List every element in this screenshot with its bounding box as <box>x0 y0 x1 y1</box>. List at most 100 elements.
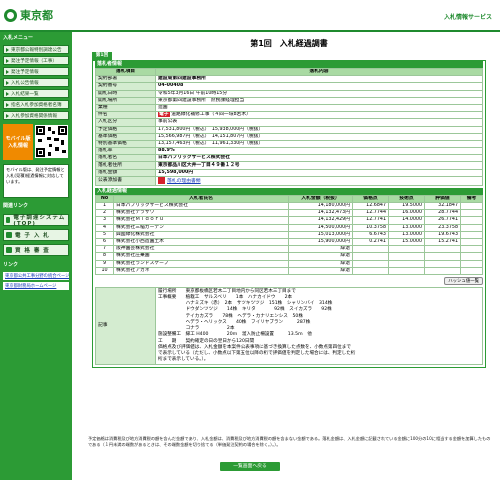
back-to-list-button[interactable]: 一覧画面へ戻る <box>220 462 280 471</box>
bid-column-header: 備考 <box>460 194 483 204</box>
bid-cell-price: 12.6847 <box>352 201 389 211</box>
bid-cell-note <box>460 209 483 218</box>
tab-round-1[interactable]: 第1回 <box>92 52 112 60</box>
bid-column-header: 技術点 <box>388 194 425 204</box>
bid-cell-name: 株式会社庄乗園 <box>113 252 289 261</box>
contract-value-text: 15,598,000円 <box>158 169 194 175</box>
bid-cell-price: 6.6743 <box>352 230 389 239</box>
pdf-icon <box>158 177 165 184</box>
mobile-note: モバイル版は、発注予定情報と入札(見積)経過情報に対応しています。 <box>3 164 69 198</box>
bid-cell-tech <box>388 266 425 275</box>
contract-value-text: 04-00408 <box>158 83 184 89</box>
e-bidding-button[interactable]: 電 子 入 札 <box>3 229 69 241</box>
e-procurement-top-button[interactable]: 電子調達システム(TOP) <box>3 214 69 227</box>
sidebar-item-qualified-list[interactable]: 指名入札参加資格者名簿 <box>3 100 69 109</box>
contract-row: 基準価格 15,566,987円（税込） 14,151,807円（税抜） <box>95 132 483 141</box>
bid-row: 2 株式会社テラサワ 14,132,473円 12.7744 16.0000 28.774… <box>95 209 483 218</box>
bid-cell-note <box>460 201 483 211</box>
bid-cell-tech: 13.0000 <box>388 223 425 232</box>
sidebar-item-bid-results[interactable]: 入札結果一覧 <box>3 89 69 98</box>
tokyo-logo[interactable]: 東京都 <box>4 7 53 23</box>
bid-column-header: 入札金額（税抜） <box>288 194 353 204</box>
page-title: 第1回 入札経過調書 <box>250 39 328 48</box>
contract-table-body: 契約部署 建設局第四建設事務所 契約番号 04-00408 開札日時 令和5年3月16日 … <box>95 75 483 186</box>
contract-row: 契約番号 04-00408 <box>95 82 483 91</box>
bid-cell-name: 興國緑化株式会社 <box>113 230 289 239</box>
bid-cell-no: 1 <box>95 201 114 211</box>
bid-cell-note <box>460 259 483 268</box>
contract-section-heading: 落札者情報 <box>95 61 483 68</box>
bid-cell-name: 株式会社テラサワ <box>113 209 289 218</box>
bid-cell-amount: 辞退 <box>288 245 353 254</box>
bid-cell-no: 8 <box>95 252 114 261</box>
bid-cell-tech <box>388 245 425 254</box>
arrow-icon <box>6 58 9 63</box>
arrow-icon <box>6 47 9 52</box>
result-panel: 落札者情報 落札項目 落札内容 契約部署 建設局第四建設事務所 契約番号 04-004… <box>92 60 486 369</box>
bid-row: 9 株式会社ランドスケープ 辞退 <box>95 259 483 268</box>
contract-item-header: 落札項目 <box>95 67 156 77</box>
bid-cell-price <box>352 245 389 254</box>
arrow-icon <box>6 113 9 118</box>
bid-cell-amount: 14,500,000円 <box>288 223 353 232</box>
sidebar-item-order-plan[interactable]: 発注予定情報 <box>3 67 69 76</box>
contract-row: 業種 造園 <box>95 103 483 113</box>
contract-row: 開札日時 令和5年3月16日 午前10時15分 <box>95 89 483 98</box>
contract-row-value: 17,531,800円（税込） 15,938,000円（税抜） <box>155 125 483 134</box>
bid-cell-name: 株式会社ランドスケープ <box>113 259 289 268</box>
sidebar-item-order-plan-construction[interactable]: 発注予定情報（工事） <box>3 56 69 65</box>
bid-cell-amount: 15,013,000円 <box>288 230 353 239</box>
bid-cell-score: 32.1847 <box>424 201 461 211</box>
qr-code-icon <box>35 125 68 158</box>
qualification-review-button[interactable]: 資 格 審 査 <box>3 244 69 256</box>
computer-icon <box>6 232 12 238</box>
contract-row: 入札区分 事前公表 <box>95 118 483 127</box>
bid-cell-note <box>460 245 483 254</box>
public-works-link[interactable]: 東京都公共工事分野の統合ページ <box>3 272 69 280</box>
contract-row-value: 東京都第四建設事務所 庶務課経理担当 <box>155 96 483 105</box>
contract-row-label: 落札者住所 <box>95 161 156 170</box>
bid-cell-amount: 辞退 <box>288 252 353 261</box>
site-header: 東京都 入札情報サービス <box>0 0 500 32</box>
bid-cell-no: 10 <box>95 266 114 275</box>
sidebar-item-bid-notice[interactable]: 入札公告情報 <box>3 78 69 87</box>
hash-list-button[interactable]: ハッシュ値一覧 <box>444 276 483 285</box>
bid-cell-price: 12.7741 <box>352 216 389 225</box>
remark-table: 記事 履行場所 東京都板橋区若木二丁目地内から同区若木三丁目まで 工事概要 植栽… <box>95 286 483 366</box>
bid-cell-tech: 16.0000 <box>388 209 425 218</box>
bid-row: 1 日本パブリックサービス株式会社 14,180,000円 12.6847 19.500… <box>95 201 483 211</box>
sidebar-item-qualification-info[interactable]: 入札参加資格関係情報 <box>3 111 69 120</box>
sidebar: 入札メニュー 東京都公報特別調達公告 発注予定情報（工事） 発注予定情報 入札公… <box>0 32 72 480</box>
contract-row-value: 東京都品川区大井一丁目４９番１２号 <box>155 161 483 170</box>
document-icon <box>6 247 12 253</box>
contract-row-label: 基準価格 <box>95 132 156 141</box>
contract-content-header: 落札内容 <box>155 67 483 77</box>
mobile-label: モバイル版 入札情報 <box>3 124 33 160</box>
bid-cell-note <box>460 252 483 261</box>
bid-cell-no: 3 <box>95 216 114 225</box>
contract-table: 落札項目 落札内容 契約部署 建設局第四建設事務所 契約番号 04-00408 開札日時… <box>95 67 483 186</box>
bid-cell-name: 日本パブリックサービス株式会社 <box>113 201 289 211</box>
sidebar-item-public-notice[interactable]: 東京都公報特別調達公告 <box>3 45 69 54</box>
contract-row-value: 建設局第四建設事務所 <box>155 75 483 84</box>
contract-row-label: 開札場所 <box>95 96 156 105</box>
bid-cell-amount: 辞退 <box>288 259 353 268</box>
award-reason-link[interactable]: 落札の理由書類 <box>167 179 201 184</box>
bid-cell-score: 19.6743 <box>424 230 461 239</box>
remark-text: 履行場所 東京都板橋区若木二丁目地内から同区若木三丁目まで 工事概要 植栽工 サ… <box>155 286 483 366</box>
bid-cell-name: 株式会社小西造園土木 <box>113 237 289 247</box>
bid-column-header: 評価値 <box>424 194 461 204</box>
contract-value-text: 13,157,463円（税込） 11,961,330円（税抜） <box>158 140 264 146</box>
bid-column-header: 価格点 <box>352 194 389 204</box>
mobile-banner[interactable]: モバイル版 入札情報 <box>3 124 69 160</box>
footnote: 予定価格は消費税及び地方消費税の額を含んだ金額であり、入札金額は、消費税及び地方… <box>88 436 491 447</box>
bid-cell-score: 15.2741 <box>424 237 461 247</box>
bid-cell-price <box>352 259 389 268</box>
bid-cell-name: 阪神園芸株式会社 <box>113 245 289 254</box>
contract-row: 落札金額 15,598,000円 <box>95 168 483 177</box>
contract-row: 開札場所 東京都第四建設事務所 庶務課経理担当 <box>95 96 483 105</box>
bid-cell-note <box>460 237 483 247</box>
contract-row-label: 特別基準価格 <box>95 139 156 149</box>
finance-bureau-link[interactable]: 東京都財務局ホームページ <box>3 282 69 290</box>
bid-row: 4 株式会社三稲ガーデン 14,500,000円 10.3758 13.0000 23.3… <box>95 223 483 232</box>
